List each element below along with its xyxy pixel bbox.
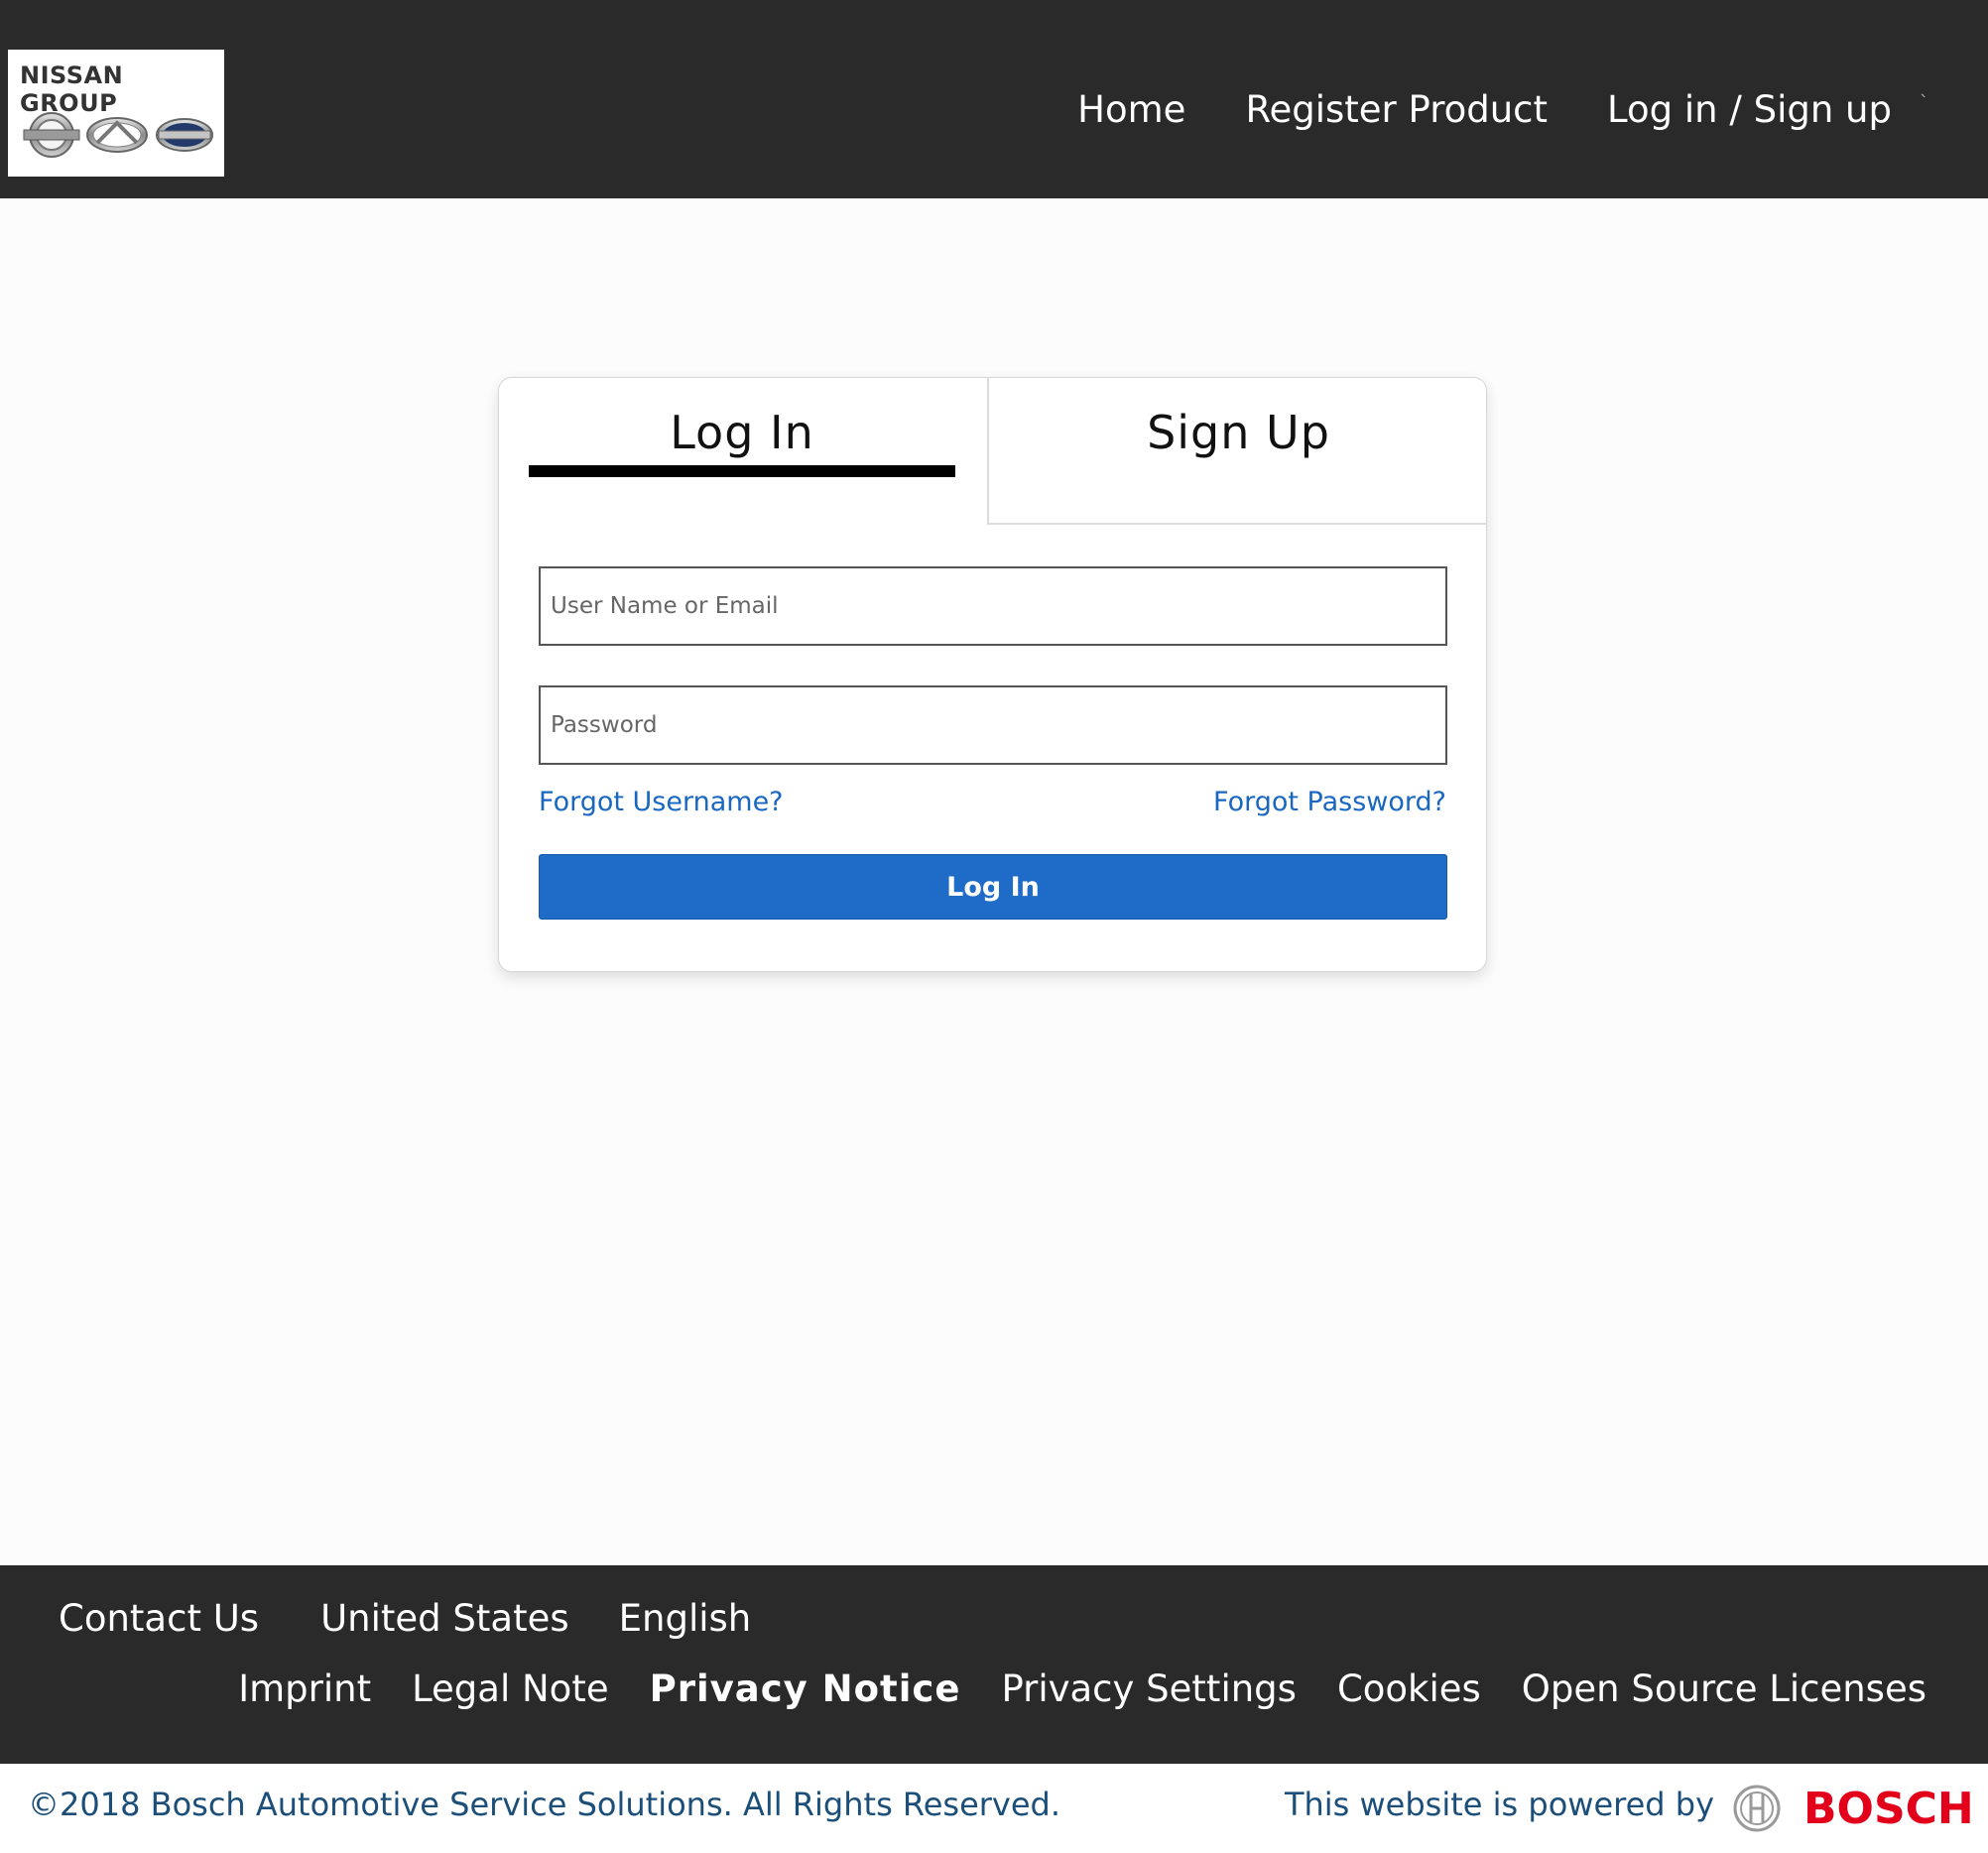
footer-contact-us[interactable]: Contact Us — [59, 1597, 259, 1640]
footer-open-source-licenses[interactable]: Open Source Licenses — [1522, 1668, 1926, 1710]
tab-login-label: Log In — [670, 406, 814, 459]
login-button[interactable]: Log In — [539, 854, 1447, 920]
tab-signup-label: Sign Up — [1147, 406, 1330, 459]
nav-register-product[interactable]: Register Product — [1245, 88, 1548, 131]
powered-by-text: This website is powered by — [1284, 1786, 1714, 1823]
active-tab-indicator — [529, 465, 955, 477]
nav-home[interactable]: Home — [1077, 88, 1185, 131]
bottom-bar: ©2018 Bosch Automotive Service Solutions… — [0, 1764, 1988, 1853]
footer-legal-note[interactable]: Legal Note — [412, 1668, 609, 1710]
nav-caret-icon: ˋ — [1920, 91, 1928, 113]
footer-imprint[interactable]: Imprint — [238, 1668, 371, 1710]
footer-privacy-notice[interactable]: Privacy Notice — [650, 1668, 961, 1710]
forgot-username-link[interactable]: Forgot Username? — [539, 787, 784, 817]
nissan-group-logo[interactable]: NISSAN GROUP — [8, 50, 224, 177]
main-nav: Home Register Product Log in / Sign up ˋ — [1077, 81, 1988, 137]
auth-card: Log In Sign Up Forgot Username? Forgot P… — [498, 377, 1487, 972]
password-input[interactable] — [539, 685, 1447, 765]
footer-language-selector[interactable]: English — [619, 1597, 752, 1640]
username-input[interactable] — [539, 566, 1447, 646]
footer-country-selector[interactable]: United States — [320, 1597, 569, 1640]
footer-privacy-settings[interactable]: Privacy Settings — [1001, 1668, 1296, 1710]
forgot-password-link[interactable]: Forgot Password? — [1213, 787, 1446, 817]
site-header: NISSAN GROUP Home Register Product Log i… — [0, 0, 1988, 198]
tab-signup[interactable]: Sign Up — [987, 378, 1486, 525]
bosch-armature-icon — [1733, 1785, 1781, 1832]
brand-emblems-icon — [23, 112, 213, 158]
bosch-logo[interactable]: BOSCH — [1803, 1784, 1974, 1834]
copyright-text: ©2018 Bosch Automotive Service Solutions… — [28, 1786, 1061, 1823]
logo-text: NISSAN GROUP — [20, 62, 124, 117]
site-footer: Contact Us United States English Imprint… — [0, 1565, 1988, 1764]
nav-login-signup[interactable]: Log in / Sign up — [1607, 88, 1892, 131]
tab-login[interactable]: Log In — [499, 378, 987, 525]
footer-primary-links: Contact Us United States English — [59, 1597, 812, 1640]
footer-cookies[interactable]: Cookies — [1337, 1668, 1481, 1710]
footer-legal-links: Imprint Legal Note Privacy Notice Privac… — [197, 1668, 1926, 1710]
